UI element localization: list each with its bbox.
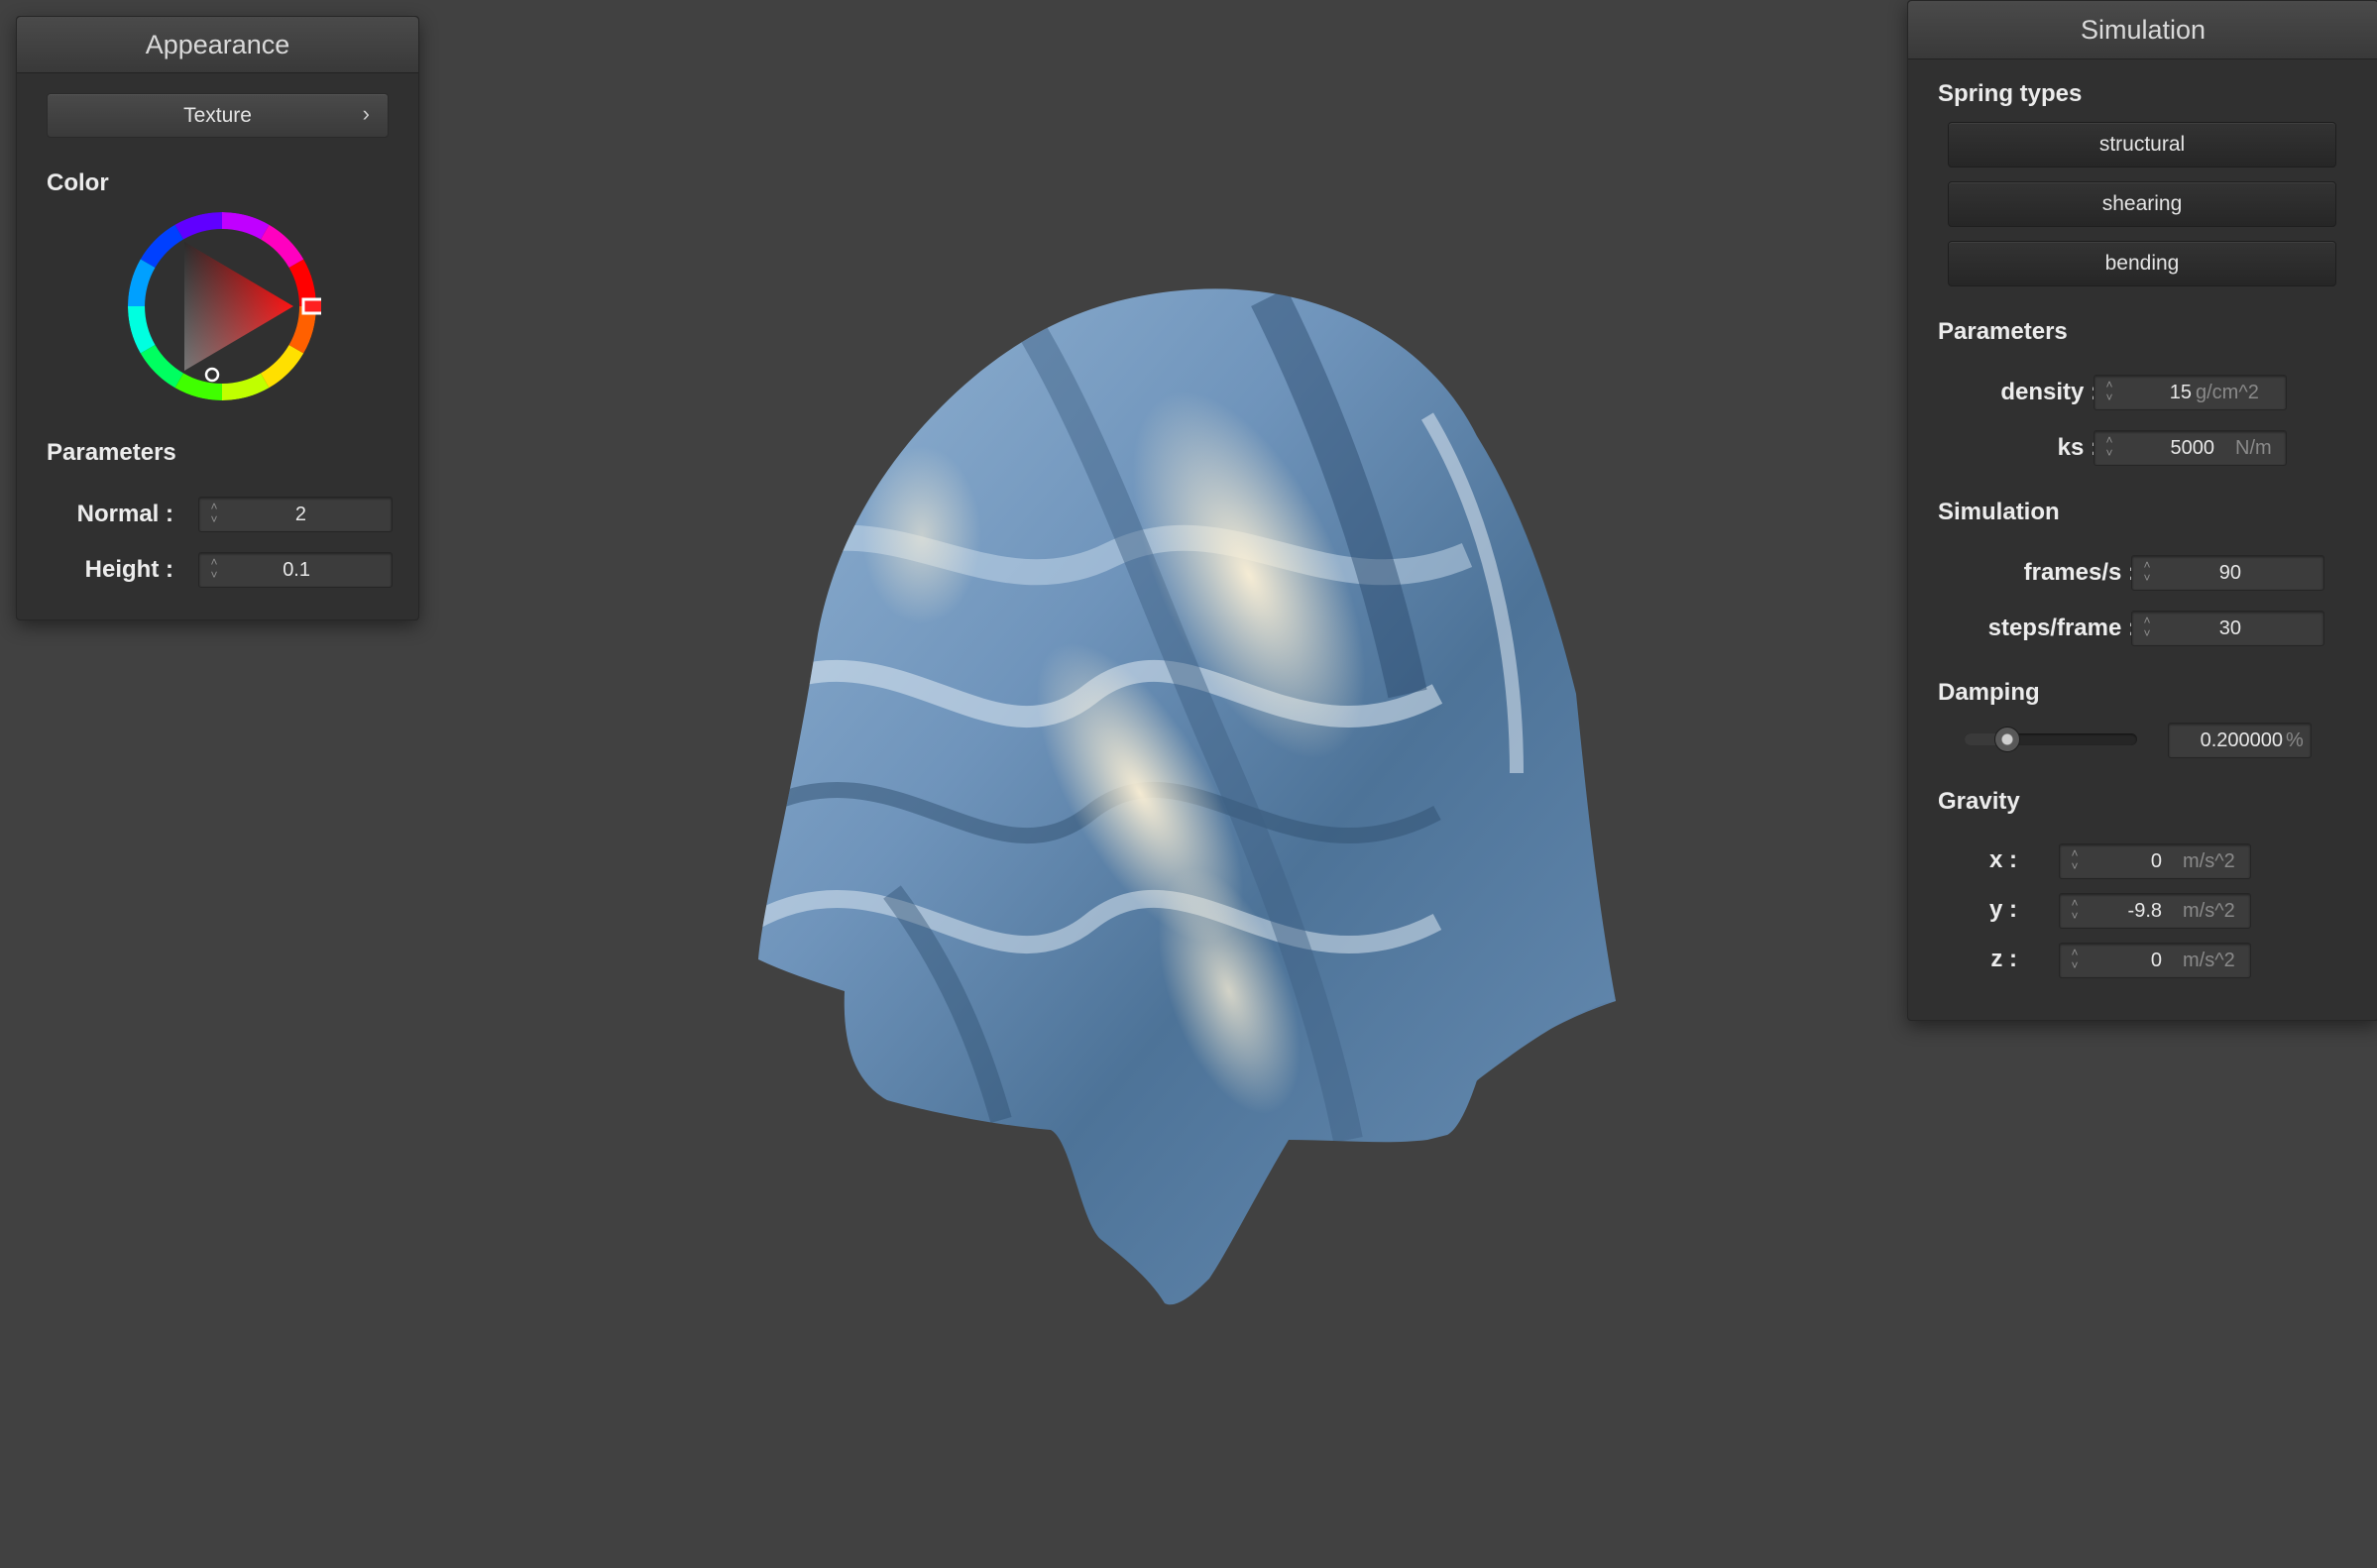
height-value: 0.1 (283, 559, 310, 581)
gravity-z-value: 0 (2150, 950, 2162, 971)
damping-slider[interactable] (1965, 727, 2137, 752)
texture-button[interactable]: Texture › (47, 93, 389, 138)
gravity-y-value: -9.8 (2127, 900, 2162, 922)
ks-input[interactable]: ˄ ˅ 5000 N/m (2094, 430, 2287, 466)
gravity-y-input[interactable]: ˄ ˅ -9.8 m/s^2 (2059, 893, 2251, 929)
normal-value: 2 (294, 504, 306, 525)
color-section-label: Color (47, 169, 109, 196)
normal-label: Normal : (76, 501, 173, 527)
simulation-params-label: Parameters (1938, 318, 2068, 345)
height-label: Height : (84, 556, 173, 583)
density-input[interactable]: ˄ ˅ 15 g/cm^2 (2094, 375, 2287, 410)
gravity-z-input[interactable]: ˄ ˅ 0 m/s^2 (2059, 943, 2251, 978)
ks-label: ks : (2057, 434, 2098, 461)
simulation-section-label: Simulation (1938, 499, 2060, 525)
steps-value: 30 (2218, 617, 2241, 639)
spring-types-label: Spring types (1938, 80, 2083, 107)
gravity-y-label: y : (1988, 896, 2017, 923)
damping-label: Damping (1938, 679, 2040, 706)
gravity-y-unit: m/s^2 (2183, 900, 2235, 922)
damping-input[interactable]: 0.200000 % (2168, 723, 2312, 758)
appearance-params-label: Parameters (47, 439, 176, 466)
fps-value: 90 (2218, 562, 2241, 584)
gravity-x-value: 0 (2150, 850, 2162, 872)
fps-input[interactable]: ˄ ˅ 90 (2131, 555, 2324, 591)
steps-label: steps/frame : (1987, 615, 2136, 641)
color-picker-handle (204, 367, 220, 383)
simulation-panel-title[interactable]: Simulation (1908, 1, 2377, 59)
bending-button[interactable]: bending (1948, 241, 2336, 286)
gravity-x-label: x : (1988, 846, 2017, 873)
fps-label: frames/s : (2023, 559, 2136, 586)
gravity-x-input[interactable]: ˄ ˅ 0 m/s^2 (2059, 843, 2251, 879)
gravity-z-label: z : (1990, 946, 2017, 972)
appearance-panel: Appearance Texture › Color Parameters No… (16, 16, 419, 620)
gravity-z-unit: m/s^2 (2183, 950, 2235, 971)
density-unit: g/cm^2 (2196, 382, 2259, 403)
density-value: 15 (2169, 382, 2192, 403)
gravity-x-unit: m/s^2 (2183, 850, 2235, 872)
color-wheel[interactable] (123, 207, 321, 405)
hue-marker (301, 297, 321, 315)
ks-value: 5000 (2170, 437, 2215, 459)
damping-slider-handle[interactable] (1994, 727, 2020, 752)
chevron-right-icon: › (362, 101, 370, 126)
normal-input[interactable]: ˄ ˅ 2 (198, 497, 393, 532)
damping-unit: % (2286, 729, 2304, 751)
ks-unit: N/m (2235, 437, 2272, 459)
appearance-panel-title[interactable]: Appearance (17, 17, 418, 73)
density-label: density : (2000, 379, 2098, 405)
damping-value: 0.200000 (2200, 729, 2283, 751)
shearing-button[interactable]: shearing (1948, 181, 2336, 227)
texture-button-label: Texture (183, 104, 252, 127)
height-input[interactable]: ˄ ˅ 0.1 (198, 552, 393, 588)
simulation-panel: Simulation Spring types structural shear… (1907, 0, 2377, 1021)
gravity-label: Gravity (1938, 788, 2020, 815)
structural-button[interactable]: structural (1948, 122, 2336, 168)
steps-input[interactable]: ˄ ˅ 30 (2131, 611, 2324, 646)
